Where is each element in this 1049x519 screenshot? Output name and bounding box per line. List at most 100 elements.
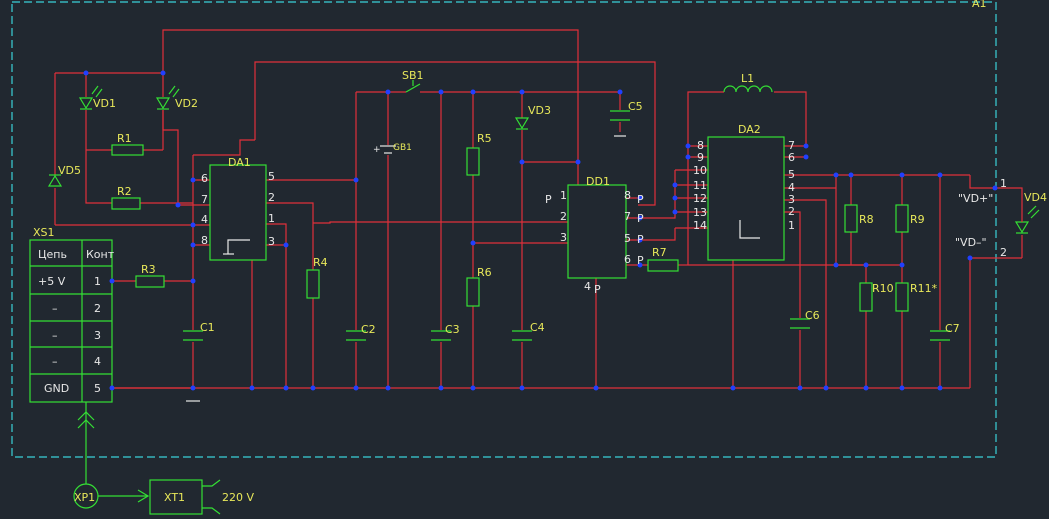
- label-da1: DA1: [228, 156, 251, 169]
- svg-text:–: –: [52, 302, 58, 315]
- label-dd1: DD1: [586, 175, 610, 188]
- svg-text:GND: GND: [44, 382, 69, 395]
- svg-text:11: 11: [693, 179, 707, 192]
- svg-text:8: 8: [624, 189, 631, 202]
- svg-text:P: P: [637, 212, 644, 225]
- svg-text:5: 5: [94, 382, 101, 395]
- label-r8: R8: [859, 213, 874, 226]
- label-c1: C1: [200, 321, 215, 334]
- svg-text:5: 5: [268, 170, 275, 183]
- diode-vd3: [514, 117, 530, 130]
- svg-text:+: +: [373, 145, 381, 155]
- label-c6: C6: [805, 309, 820, 322]
- da2-gnd-symbol: [739, 220, 760, 239]
- svg-text:12: 12: [693, 192, 707, 205]
- svg-text:2: 2: [94, 302, 101, 315]
- label-r1: R1: [117, 132, 132, 145]
- label-r5: R5: [477, 132, 492, 145]
- label-r7: R7: [652, 246, 667, 259]
- label-xt1: XT1: [164, 491, 185, 504]
- capacitor-c4: [512, 330, 532, 341]
- frame-label: A1: [972, 0, 987, 10]
- svg-text:5: 5: [788, 168, 795, 181]
- label-vd-pin1: 1: [1000, 177, 1007, 190]
- connector-xs1: [29, 239, 113, 403]
- label-r11: R11*: [910, 282, 938, 295]
- svg-text:5: 5: [624, 232, 631, 245]
- label-vd2: VD2: [175, 97, 198, 110]
- label-r10: R10: [872, 282, 894, 295]
- dd1-pin-labels: 1 2 3 8 7 5 6 4 P P P P P P: [545, 189, 644, 296]
- label-r2: R2: [117, 185, 132, 198]
- svg-text:P: P: [545, 193, 552, 206]
- svg-text:1: 1: [788, 219, 795, 232]
- svg-text:2: 2: [268, 191, 275, 204]
- svg-text:2: 2: [560, 210, 567, 223]
- svg-text:6: 6: [624, 253, 631, 266]
- frame-border: [11, 1, 997, 458]
- svg-text:–: –: [52, 329, 58, 342]
- label-vd-plus: "VD+": [958, 192, 993, 205]
- label-vd3: VD3: [528, 104, 551, 117]
- resistor-r6: [466, 277, 480, 307]
- svg-text:1: 1: [560, 189, 567, 202]
- svg-text:13: 13: [693, 206, 707, 219]
- ic-da2: [707, 136, 785, 261]
- svg-text:10: 10: [693, 164, 707, 177]
- resistor-r8: [844, 204, 858, 233]
- label-r4: R4: [313, 256, 328, 269]
- svg-text:3: 3: [94, 329, 101, 342]
- svg-text:9: 9: [697, 151, 704, 164]
- wiring: [54, 29, 1023, 389]
- label-xs1: XS1: [33, 226, 55, 239]
- svg-text:P: P: [637, 254, 644, 267]
- svg-text:3: 3: [560, 231, 567, 244]
- label-r3: R3: [141, 263, 156, 276]
- diode-vd4: [1014, 205, 1040, 234]
- resistor-r7: [647, 259, 679, 272]
- label-vd1: VD1: [93, 97, 116, 110]
- svg-text:P: P: [594, 283, 601, 296]
- label-xp1: XP1: [74, 491, 95, 504]
- label-c3: C3: [445, 323, 460, 336]
- resistor-r5: [466, 147, 480, 176]
- label-da2: DA2: [738, 123, 761, 136]
- resistor-r3: [135, 275, 165, 288]
- svg-text:6: 6: [201, 172, 208, 185]
- svg-text:1: 1: [268, 212, 275, 225]
- junction-dots: [83, 70, 998, 391]
- label-r9: R9: [910, 213, 925, 226]
- svg-text:1: 1: [94, 275, 101, 288]
- label-vd4: VD4: [1024, 191, 1047, 204]
- svg-text:P: P: [637, 233, 644, 246]
- svg-text:P: P: [637, 193, 644, 206]
- resistor-r11: [895, 282, 909, 312]
- resistor-r1: [111, 144, 144, 156]
- ic-da1: [209, 164, 267, 261]
- label-c4: C4: [530, 321, 545, 334]
- label-vd-pin2: 2: [1000, 246, 1007, 259]
- label-l1: L1: [741, 72, 754, 85]
- da1-pin-labels: 6 7 4 8 5 2 1 3: [201, 170, 275, 248]
- svg-text:7: 7: [201, 193, 208, 206]
- table-header-circuit: Цепь: [38, 248, 67, 261]
- label-sb1: SB1: [402, 69, 424, 82]
- svg-text:3: 3: [268, 235, 275, 248]
- resistor-r10: [859, 282, 873, 312]
- ic-dd1: [567, 184, 627, 279]
- svg-text:4: 4: [94, 355, 101, 368]
- label-c2: C2: [361, 323, 376, 336]
- component-labels: VD1 VD2 VD5 VD3 VD4 R1 R2 R3 R4 R5 R6 R7…: [33, 69, 1047, 504]
- svg-text:6: 6: [788, 151, 795, 164]
- da1-gnd-symbol: [227, 239, 250, 254]
- svg-text:4: 4: [201, 213, 208, 226]
- label-vd-minus: "VD–": [955, 236, 987, 249]
- resistor-r9: [895, 204, 909, 233]
- label-vd5: VD5: [58, 164, 81, 177]
- label-mains: 220 V: [222, 491, 254, 504]
- svg-text:–: –: [52, 355, 58, 368]
- table-header-contact: Конт: [86, 248, 115, 261]
- schematic-canvas: A1 + VD1 VD2 VD5 VD3 VD4 R1 R2 R3 R4 R5 …: [11, 0, 1047, 515]
- svg-text:7: 7: [624, 210, 631, 223]
- label-c5: C5: [628, 100, 643, 113]
